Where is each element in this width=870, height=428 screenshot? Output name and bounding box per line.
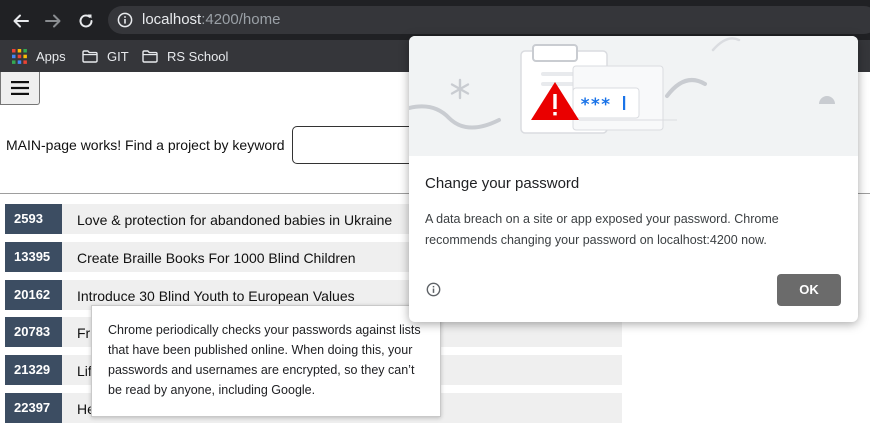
dialog-title: Change your password — [425, 175, 580, 192]
bookmark-rs-school[interactable]: RS School — [142, 46, 228, 66]
bookmark-label: GIT — [107, 48, 129, 64]
url-text: localhost:4200/home — [142, 12, 280, 28]
breach-illustration: *** — [409, 36, 858, 156]
address-bar[interactable]: localhost:4200/home — [108, 6, 870, 34]
url-host: localhost — [142, 11, 202, 28]
reload-button[interactable] — [73, 8, 99, 34]
project-id: 13395 — [5, 242, 62, 272]
back-button[interactable] — [8, 8, 34, 34]
change-password-dialog: *** Change your password A data breach o… — [409, 36, 858, 322]
menu-button[interactable] — [0, 72, 40, 105]
ok-button[interactable]: OK — [777, 274, 841, 306]
bookmark-apps[interactable]: Apps — [12, 46, 66, 66]
bookmark-git[interactable]: GIT — [82, 46, 129, 66]
clipboard-warning-illustration: *** — [409, 37, 835, 134]
reload-icon — [79, 14, 93, 28]
apps-grid-icon — [12, 48, 27, 64]
url-path: :4200/home — [201, 11, 281, 28]
folder-icon — [142, 49, 158, 63]
bookmark-label: RS School — [167, 48, 229, 64]
bookmark-label: Apps — [36, 48, 66, 64]
back-arrow-icon — [13, 14, 29, 28]
password-mask-text: *** — [580, 95, 611, 115]
dialog-body: A data breach on a site or app exposed y… — [425, 212, 779, 247]
forward-arrow-icon — [45, 14, 61, 28]
password-check-tooltip: Chrome periodically checks your password… — [91, 305, 441, 417]
project-id: 20783 — [5, 317, 62, 347]
hamburger-icon — [11, 81, 29, 95]
project-id: 20162 — [5, 280, 62, 310]
search-label: MAIN-page works! Find a project by keywo… — [6, 137, 285, 153]
site-info-icon[interactable] — [117, 12, 133, 28]
forward-button[interactable] — [40, 8, 66, 34]
folder-icon — [82, 49, 98, 63]
project-id: 22397 — [5, 393, 62, 423]
browser-window: localhost:4200/home Apps GIT RS School M… — [0, 0, 870, 428]
info-icon[interactable] — [426, 282, 441, 297]
project-id: 21329 — [5, 355, 62, 385]
project-id: 2593 — [5, 204, 62, 234]
browser-toolbar: localhost:4200/home — [0, 0, 870, 40]
